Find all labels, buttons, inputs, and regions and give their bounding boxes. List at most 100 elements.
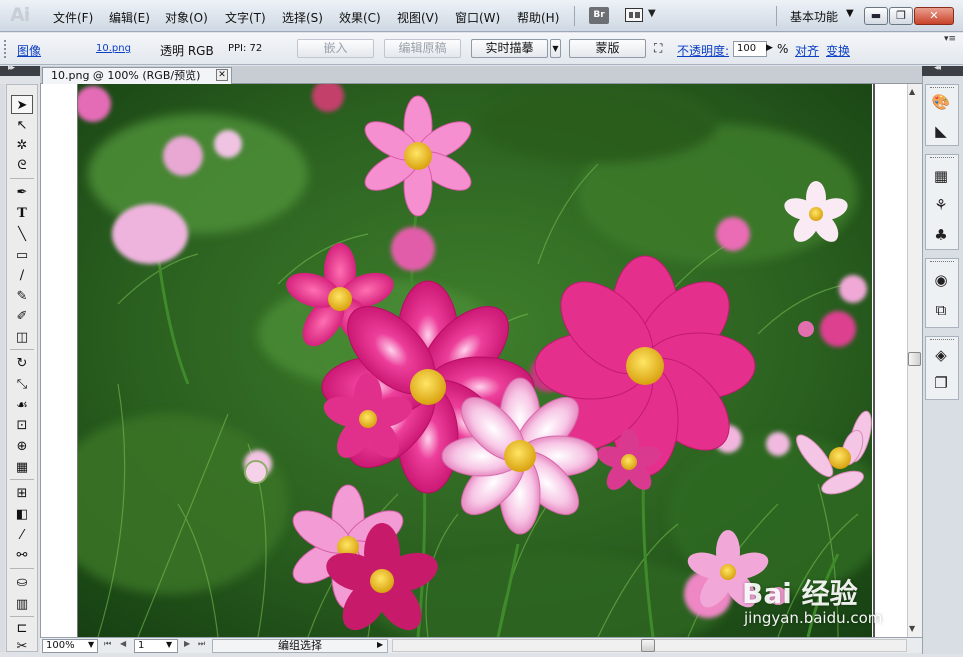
align-link[interactable]: 对齐 [795,42,819,59]
opacity-unit: % [777,42,789,56]
eraser-tool-icon[interactable]: ◫ [11,328,33,347]
filename-link[interactable]: 10.png [96,43,131,54]
lasso-tool-icon[interactable]: ᘓ [11,156,33,175]
zoom-caret-icon[interactable]: ▼ [88,640,94,649]
free-transform-tool-icon[interactable]: ⊡ [11,416,33,435]
menu-object[interactable]: 对象(O) [165,9,208,26]
rotate-tool-icon[interactable]: ↻ [11,354,33,373]
minimize-button[interactable]: ▬ [864,7,888,25]
pen-tool-icon[interactable]: ✒ [11,183,33,202]
horizontal-scroll-thumb[interactable] [641,639,655,652]
brushes-panel-icon[interactable]: ⚘ [931,195,951,215]
workspace-caret-icon[interactable]: ▼ [846,8,854,19]
prev-artboard-icon[interactable]: ◀ [120,639,126,648]
crop-marks-icon[interactable]: ⛶ [654,42,667,55]
edit-original-button[interactable]: 编辑原稿 [384,39,461,58]
swatches-panel-icon[interactable]: ▦ [931,166,951,186]
bridge-button[interactable]: Br [589,7,609,24]
first-artboard-icon[interactable]: ⏮ [104,639,111,649]
ppi-label: PPI: 72 [228,43,263,54]
menu-separator [574,6,575,26]
menu-view[interactable]: 视图(V) [397,9,439,26]
symbol-sprayer-tool-icon[interactable]: ⛀ [11,573,33,592]
symbols-panel-icon[interactable]: ♣ [931,225,951,245]
color-mode-label: 透明 RGB [160,44,214,58]
opacity-arrow-icon[interactable]: ▶ [766,43,773,53]
menu-select[interactable]: 选择(S) [282,9,323,26]
placed-image[interactable] [78,84,872,637]
last-artboard-icon[interactable]: ⏭ [198,639,205,649]
next-artboard-icon[interactable]: ▶ [184,639,190,648]
menu-effect[interactable]: 效果(C) [339,9,381,26]
menu-separator [776,6,777,26]
gradient-tool-icon[interactable]: ◧ [11,505,33,524]
vertical-scroll-thumb[interactable] [908,352,921,366]
live-trace-options-icon[interactable]: ▼ [550,39,561,58]
tool-separator [10,479,34,480]
menu-type[interactable]: 文字(T) [225,9,266,26]
menu-file[interactable]: 文件(F) [53,9,93,26]
baidu-watermark-url: jingyan.baidu.com [744,609,883,627]
dock-header[interactable]: ◂◂ [922,63,963,76]
shape-builder-tool-icon[interactable]: ⊕ [11,437,33,456]
type-tool-icon[interactable]: T [11,204,33,223]
color-panel-icon[interactable]: 🎨 [931,92,951,112]
scale-tool-icon[interactable]: ⤡ [11,375,33,394]
layers-panel-icon[interactable]: ◈ [931,345,951,365]
control-bar-menu-icon[interactable]: ▾≡ [944,34,956,44]
perspective-grid-tool-icon[interactable]: ▦ [11,458,33,477]
menu-edit[interactable]: 编辑(E) [109,9,150,26]
status-menu-icon[interactable]: ▶ [377,640,383,649]
graphic-styles-panel-icon[interactable]: ⧉ [931,300,951,320]
mask-button[interactable]: 蒙版 [569,39,646,58]
blend-tool-icon[interactable]: ⚯ [11,546,33,565]
tool-separator [10,568,34,569]
scroll-down-icon[interactable]: ▼ [909,624,915,633]
opacity-link[interactable]: 不透明度: [677,42,729,59]
scroll-up-icon[interactable]: ▲ [909,87,915,96]
artboard-tool-icon[interactable]: ⊏ [11,619,33,638]
control-bar-grip[interactable] [4,40,8,58]
close-window-button[interactable]: ✕ [914,7,954,25]
arrange-documents-icon[interactable] [625,8,643,22]
line-tool-icon[interactable]: ╲ [11,225,33,244]
menu-window[interactable]: 窗口(W) [455,9,500,26]
tool-separator [10,349,34,350]
dock-grip[interactable] [930,339,954,341]
dock-grip[interactable] [930,87,954,89]
maximize-button[interactable]: ❐ [889,7,913,25]
app-logo: Ai [10,4,30,26]
tool-separator [10,616,34,617]
artboards-panel-icon[interactable]: ❐ [931,373,951,393]
appearance-panel-icon[interactable]: ◉ [931,270,951,290]
artboard-right-edge [873,84,875,637]
pencil-tool-icon[interactable]: ✎ [11,287,33,306]
live-trace-button[interactable]: 实时描摹 [471,39,548,58]
transform-link[interactable]: 变换 [826,42,850,59]
dock-grip[interactable] [930,261,954,263]
direct-selection-tool-icon[interactable]: ↖ [11,116,33,135]
dock-grip[interactable] [930,157,954,159]
object-type-link[interactable]: 图像 [17,42,41,59]
close-tab-icon[interactable]: ✕ [216,69,228,81]
artboard-caret-icon[interactable]: ▼ [166,640,172,649]
document-tab[interactable]: 10.png @ 100% (RGB/预览) [42,67,232,85]
column-graph-tool-icon[interactable]: ▥ [11,595,33,614]
opacity-input[interactable]: 100 [733,41,767,57]
color-guide-panel-icon[interactable]: ◣ [931,121,951,141]
mesh-tool-icon[interactable]: ⊞ [11,484,33,503]
rectangle-tool-icon[interactable]: ▭ [11,246,33,265]
arrange-caret-icon[interactable]: ▼ [648,8,656,19]
eyedropper-tool-icon[interactable]: ⁄ [11,526,33,545]
slice-tool-icon[interactable]: ✂ [11,637,33,656]
status-indicator[interactable]: 编组选择 [212,639,388,653]
selection-tool-icon[interactable]: ➤ [11,95,33,114]
workspace-switcher[interactable]: 基本功能 [790,8,838,25]
magic-wand-tool-icon[interactable]: ✲ [11,136,33,155]
paintbrush-tool-icon[interactable]: ∕ [11,266,33,285]
menu-help[interactable]: 帮助(H) [517,9,559,26]
warp-tool-icon[interactable]: ☙ [11,396,33,415]
toolbar-header[interactable]: ▸▸ [0,63,40,76]
embed-button[interactable]: 嵌入 [297,39,374,58]
blob-brush-tool-icon[interactable]: ✐ [11,307,33,326]
